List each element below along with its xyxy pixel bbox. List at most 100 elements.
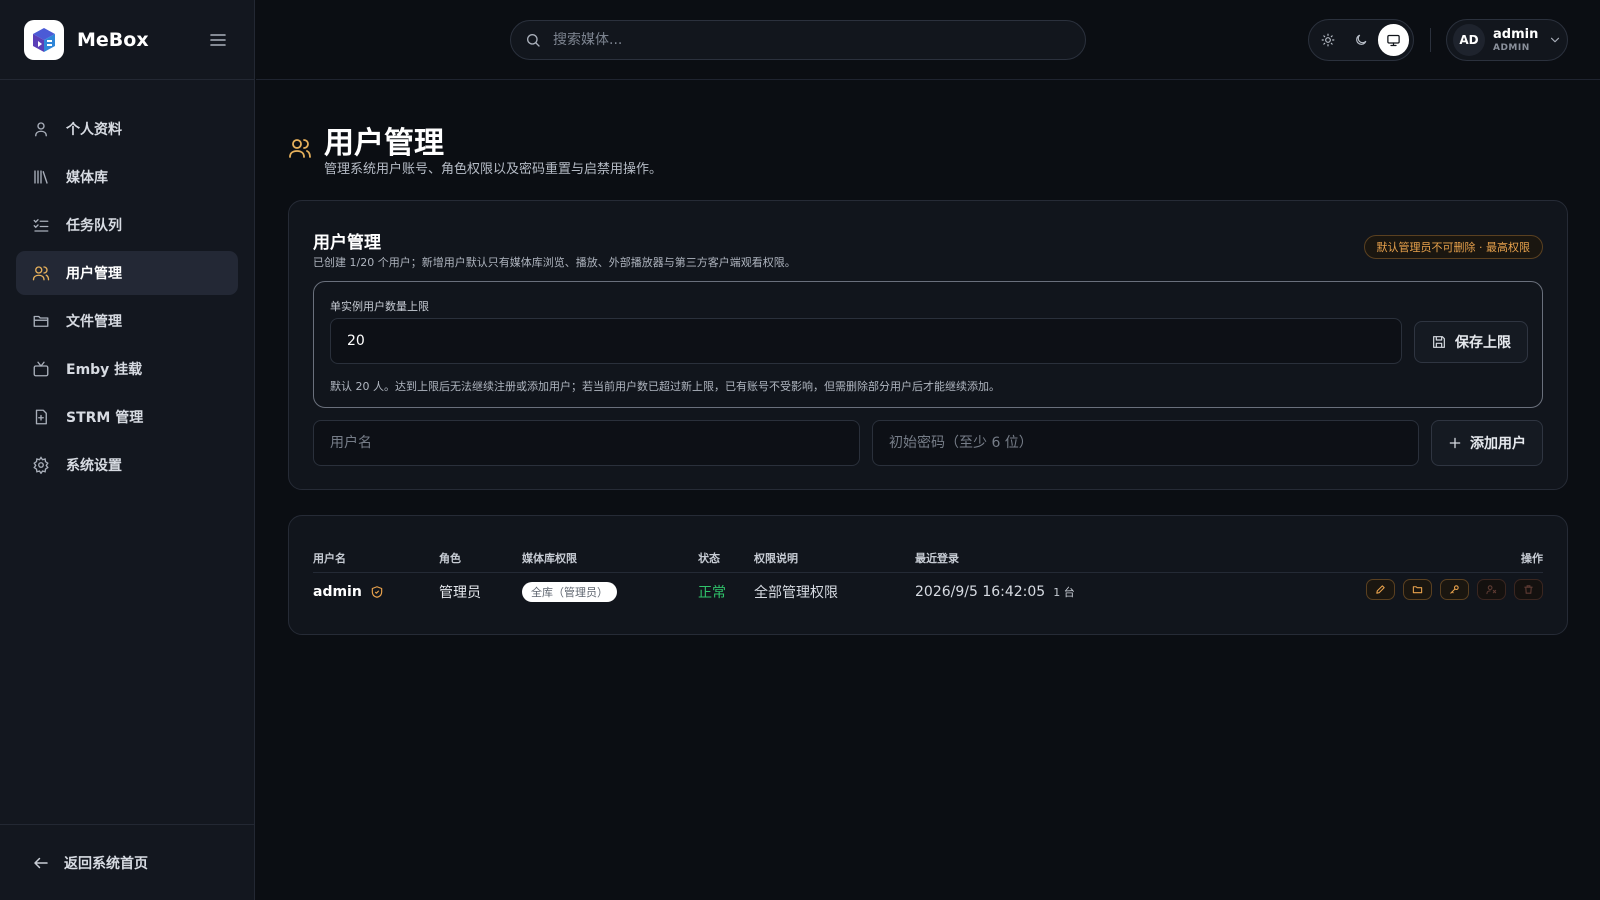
sidebar-item-label: STRM 管理	[66, 410, 144, 426]
user-limit-panel: 单实例用户数量上限 保存上限 默认 20 人。达到上限后无法继续注册或添加用户；…	[313, 281, 1543, 408]
user-meta: admin ADMIN	[1493, 28, 1538, 53]
chevron-down-icon	[1548, 33, 1562, 47]
edit-user-button[interactable]	[1366, 579, 1395, 600]
table-cell-last-login: 2026/9/5 16:42:05 1 台	[915, 580, 1075, 604]
shield-icon	[370, 585, 384, 599]
reset-password-button[interactable]	[1440, 579, 1469, 600]
user-icon	[32, 120, 50, 138]
sidebar-item-settings[interactable]: 系统设置	[16, 443, 238, 487]
page-title: 用户管理	[324, 126, 444, 161]
users-icon	[288, 136, 312, 160]
user-x-icon	[1486, 584, 1497, 595]
library-permission-badge: 全库（管理员）	[522, 582, 617, 602]
column-header-permission: 权限说明	[754, 552, 798, 565]
app-name: MeBox	[77, 28, 149, 51]
add-user-button[interactable]: 添加用户	[1431, 420, 1543, 466]
key-icon	[1449, 584, 1460, 595]
card-title: 用户管理	[313, 233, 381, 253]
admin-protected-badge: 默认管理员不可删除 · 最高权限	[1363, 235, 1543, 259]
trash-icon	[1523, 584, 1534, 595]
arrow-left-icon	[32, 854, 50, 872]
username-text: admin	[313, 584, 362, 600]
gear-icon	[32, 456, 50, 474]
sidebar-item-label: 媒体库	[66, 170, 108, 186]
last-login-time: 2026/9/5 16:42:05	[915, 584, 1046, 600]
plus-icon	[1448, 436, 1462, 450]
user-name: admin	[1493, 26, 1539, 42]
new-password-input[interactable]	[872, 420, 1419, 466]
brand: MeBox	[0, 0, 254, 80]
moon-icon	[1356, 34, 1367, 45]
device-count: 1 台	[1053, 586, 1075, 599]
back-to-home-link[interactable]: 返回系统首页	[0, 824, 255, 900]
user-management-card: 用户管理 已创建 1/20 个用户；新增用户默认只有媒体库浏览、播放、外部播放器…	[288, 200, 1568, 490]
sidebar-item-label: 文件管理	[66, 314, 122, 330]
sidebar-item-strm[interactable]: STRM 管理	[16, 395, 238, 439]
sidebar-item-label: 个人资料	[66, 122, 122, 138]
table-cell-username: admin	[313, 580, 384, 604]
add-user-label: 添加用户	[1470, 436, 1526, 452]
theme-switcher	[1308, 19, 1414, 61]
save-icon	[1431, 334, 1447, 350]
disable-user-button[interactable]	[1477, 579, 1506, 600]
column-header-actions: 操作	[1521, 552, 1543, 565]
column-header-status: 状态	[698, 552, 720, 565]
status-badge: 正常	[698, 585, 726, 601]
task-list-icon	[32, 216, 50, 234]
folder-icon	[1412, 584, 1423, 595]
sidebar-item-label: Emby 挂载	[66, 362, 143, 378]
sidebar-nav: 个人资料 媒体库 任务队列 用户管理 文件管理 Emby 挂载 STRM 管理 …	[0, 80, 254, 487]
card-description: 已创建 1/20 个用户；新增用户默认只有媒体库浏览、播放、外部播放器与第三方客…	[313, 256, 796, 269]
avatar: AD	[1453, 24, 1485, 56]
save-limit-button[interactable]: 保存上限	[1414, 321, 1528, 363]
user-menu-button[interactable]: AD admin ADMIN	[1446, 19, 1568, 61]
column-header-library: 媒体库权限	[522, 552, 577, 565]
save-limit-label: 保存上限	[1455, 335, 1511, 351]
user-limit-input[interactable]	[330, 318, 1402, 364]
search-icon	[525, 32, 541, 48]
sidebar-item-emby[interactable]: Emby 挂载	[16, 347, 238, 391]
table-cell-role: 管理员	[439, 585, 481, 601]
sidebar-item-label: 系统设置	[66, 458, 122, 474]
theme-system-button[interactable]	[1378, 24, 1410, 56]
sidebar-item-users[interactable]: 用户管理	[16, 251, 238, 295]
library-icon	[32, 168, 50, 186]
library-access-button[interactable]	[1403, 579, 1432, 600]
theme-light-button[interactable]	[1313, 24, 1344, 56]
monitor-icon	[1387, 34, 1400, 46]
topbar-divider	[1430, 28, 1431, 52]
table-cell-permission: 全部管理权限	[754, 585, 838, 601]
row-actions	[1366, 579, 1543, 600]
sun-icon	[1321, 33, 1335, 47]
user-role: ADMIN	[1493, 42, 1530, 53]
file-link-icon	[32, 408, 50, 426]
app-logo[interactable]	[24, 19, 64, 60]
column-header-last-login: 最近登录	[915, 552, 959, 565]
topbar: AD admin ADMIN	[256, 0, 1600, 80]
tv-icon	[32, 360, 50, 378]
sidebar-item-library[interactable]: 媒体库	[16, 155, 238, 199]
header-divider	[313, 572, 1543, 573]
users-table: 用户名 角色 媒体库权限 状态 权限说明 最近登录 操作 admin 管理员 全…	[288, 515, 1568, 635]
sidebar-item-label: 用户管理	[66, 266, 122, 282]
column-header-username: 用户名	[313, 552, 346, 565]
pencil-icon	[1375, 584, 1386, 595]
column-header-role: 角色	[439, 552, 461, 565]
sidebar-item-label: 任务队列	[66, 218, 122, 234]
user-limit-note: 默认 20 人。达到上限后无法继续注册或添加用户；若当前用户数已超过新上限，已有…	[330, 380, 1000, 393]
new-username-input[interactable]	[313, 420, 860, 466]
search-box[interactable]	[510, 20, 1086, 60]
page-subtitle: 管理系统用户账号、角色权限以及密码重置与启禁用操作。	[324, 162, 663, 177]
sidebar: MeBox 个人资料 媒体库 任务队列 用户管理 文件管理 Emby 挂载 ST…	[0, 0, 255, 900]
folder-icon	[32, 312, 50, 330]
theme-dark-button[interactable]	[1346, 24, 1377, 56]
sidebar-item-files[interactable]: 文件管理	[16, 299, 238, 343]
menu-toggle-icon[interactable]	[206, 28, 230, 52]
sidebar-item-task-queue[interactable]: 任务队列	[16, 203, 238, 247]
sidebar-item-profile[interactable]: 个人资料	[16, 107, 238, 151]
users-icon	[32, 264, 50, 282]
search-input[interactable]	[553, 32, 1085, 48]
delete-user-button[interactable]	[1514, 579, 1543, 600]
back-label: 返回系统首页	[64, 855, 148, 872]
user-limit-label: 单实例用户数量上限	[330, 300, 429, 313]
